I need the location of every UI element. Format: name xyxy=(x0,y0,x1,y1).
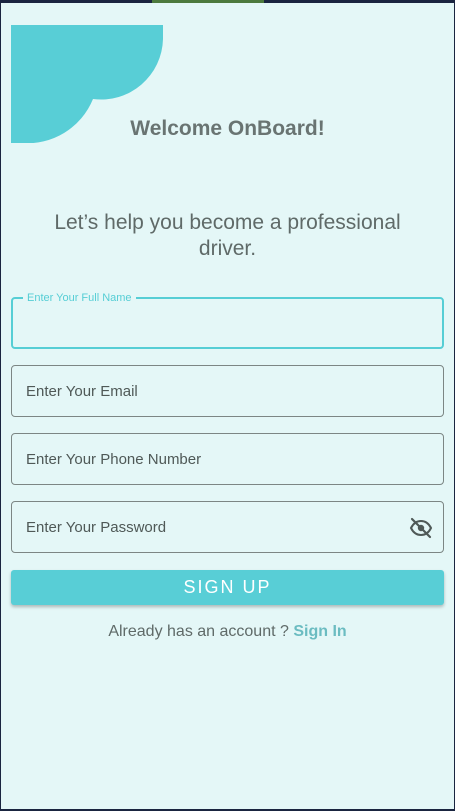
page-subtitle: Let’s help you become a professional dri… xyxy=(54,211,401,260)
full-name-input[interactable] xyxy=(25,299,409,349)
password-placeholder: Enter Your Password xyxy=(26,518,167,536)
email-placeholder: Enter Your Email xyxy=(26,382,138,400)
email-field[interactable]: Enter Your Email xyxy=(11,365,444,417)
sign-up-button[interactable]: SIGN UP xyxy=(11,570,444,605)
sign-in-link[interactable]: Sign In xyxy=(293,623,346,640)
sign-in-row: Already has an account ? Sign In xyxy=(1,623,454,641)
page-title: Welcome OnBoard! xyxy=(130,117,325,140)
full-name-field[interactable]: Enter Your Full Name xyxy=(11,291,444,349)
device-frame: Welcome OnBoard! Let’s help you become a… xyxy=(0,0,455,811)
eye-off-icon[interactable] xyxy=(409,516,433,540)
phone-field[interactable]: Enter Your Phone Number xyxy=(11,433,444,485)
phone-placeholder: Enter Your Phone Number xyxy=(26,450,202,468)
password-field[interactable]: Enter Your Password xyxy=(11,501,444,553)
onboarding-screen: Welcome OnBoard! Let’s help you become a… xyxy=(1,3,454,809)
sign-in-prompt: Already has an account ? xyxy=(108,623,289,640)
